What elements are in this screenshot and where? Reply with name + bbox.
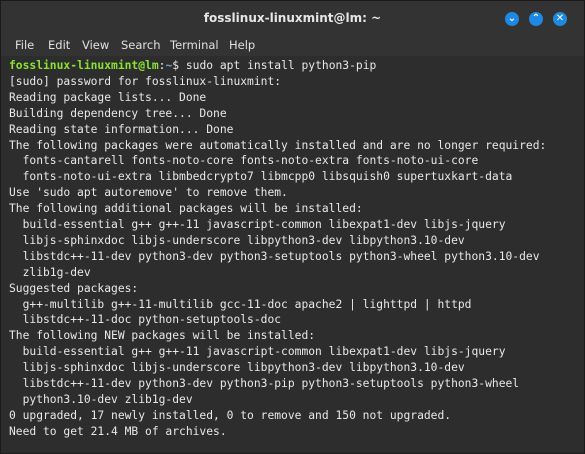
menu-search[interactable]: Search — [121, 38, 161, 52]
output-line: Reading state information... Done — [9, 122, 234, 136]
output-line: zlib1g-dev — [9, 265, 91, 279]
title-bar[interactable]: fosslinux-linuxmint@lm: ~ ⌄ ⌃ ✕ — [1, 1, 584, 34]
output-line: Building dependency tree... Done — [9, 106, 227, 120]
output-line: The following packages were automaticall… — [9, 138, 547, 152]
output-line: Use 'sudo apt autoremove' to remove them… — [9, 186, 288, 200]
maximize-button[interactable]: ⌃ — [529, 12, 543, 26]
bottom-border — [1, 441, 584, 453]
output-line: python3.10-dev zlib1g-dev — [9, 392, 193, 406]
command-text: sudo apt install python3-pip — [185, 59, 377, 72]
terminal-output[interactable]: fosslinux-linuxmint@lm:~$ sudo apt insta… — [1, 56, 584, 441]
menu-help[interactable]: Help — [229, 38, 255, 52]
output-line: fonts-noto-ui-extra libmbedcrypto7 libmc… — [9, 170, 513, 184]
menu-edit[interactable]: Edit — [48, 38, 70, 52]
output-line: build-essential g++ g++-11 javascript-co… — [9, 218, 506, 231]
prompt-user: fosslinux-linuxmint@lm — [9, 59, 159, 72]
output-line: Reading package lists... Done — [9, 90, 207, 104]
output-line: Suggested packages: — [9, 281, 139, 295]
terminal-window: fosslinux-linuxmint@lm: ~ ⌄ ⌃ ✕ File Edi… — [0, 0, 585, 454]
output-line: 0 upgraded, 17 newly installed, 0 to rem… — [9, 408, 452, 422]
output-line: [sudo] password for fosslinux-linuxmint: — [9, 74, 282, 88]
output-line: The following additional packages will b… — [9, 202, 363, 216]
output-line: libstdc++-11-doc python-setuptools-doc — [9, 313, 282, 327]
output-line: fonts-cantarell fonts-noto-core fonts-no… — [9, 154, 479, 168]
output-line: libstdc++-11-dev python3-dev python3-set… — [9, 249, 540, 263]
output-line: libjs-sphinxdoc libjs-underscore libpyth… — [9, 233, 465, 247]
output-line: The following NEW packages will be insta… — [9, 329, 316, 343]
menu-terminal[interactable]: Terminal — [170, 38, 219, 52]
prompt-line: fosslinux-linuxmint@lm:~$ sudo apt insta… — [9, 58, 376, 74]
menu-file[interactable]: File — [15, 38, 34, 52]
output-line: libstdc++-11-dev python3-dev python3-pip… — [9, 377, 520, 390]
output-line: g++-multilib g++-11-multilib gcc-11-doc … — [9, 297, 472, 311]
prompt-end: $ — [172, 59, 186, 72]
output-line: libjs-sphinxdoc libjs-underscore libpyth… — [9, 361, 465, 375]
minimize-button[interactable]: ⌄ — [505, 12, 519, 26]
menu-bar: File Edit View Search Terminal Help — [1, 34, 584, 56]
output-line: Need to get 21.4 MB of archives. — [9, 424, 227, 438]
window-title: fosslinux-linuxmint@lm: ~ — [203, 11, 382, 25]
close-button[interactable]: ✕ — [553, 12, 567, 26]
output-line: build-essential g++ g++-11 javascript-co… — [9, 345, 506, 359]
menu-view[interactable]: View — [82, 38, 109, 52]
